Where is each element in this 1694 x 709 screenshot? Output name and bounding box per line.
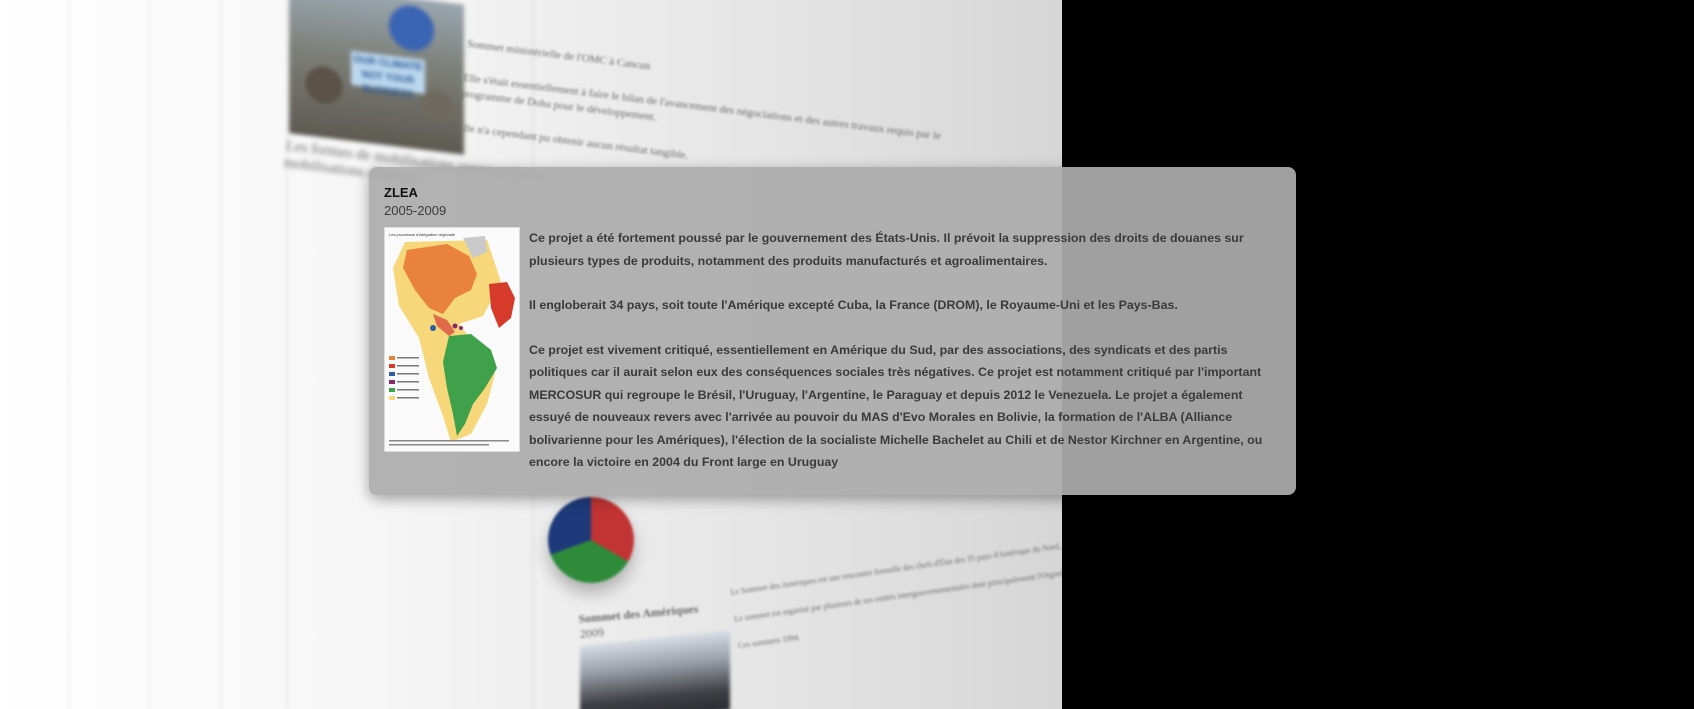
protest-photo[interactable]: OUR CLIMATE NOT YOUR BUSINESS — [289, 0, 464, 155]
caribbean-marker-icon — [430, 325, 436, 331]
legend-swatch — [389, 396, 395, 400]
popup-body: Les processus d'intégration régionale Ce… — [384, 227, 1281, 474]
legend-text-line — [397, 357, 419, 359]
protest-sign: OUR CLIMATE NOT YOUR BUSINESS — [351, 50, 425, 101]
legend-text-line — [397, 365, 419, 367]
legend-swatch — [389, 356, 395, 360]
legend-swatch — [389, 380, 395, 384]
legend-text-line — [397, 381, 419, 383]
caribbean-marker-icon — [452, 323, 458, 329]
summit-group-photo[interactable] — [580, 630, 730, 709]
legend-text-line — [397, 373, 419, 375]
event-detail-popup[interactable]: ZLEA 2005-2009 Les processus d'intégrati… — [369, 167, 1296, 495]
legend-swatch — [389, 364, 395, 368]
map-source-line — [389, 444, 489, 446]
legend-text-line — [397, 389, 419, 391]
americas-map-graphic: Les processus d'intégration régionale — [389, 232, 515, 446]
legend-swatch — [389, 372, 395, 376]
map-source-line — [389, 440, 509, 442]
americas-map-image[interactable]: Les processus d'intégration régionale — [384, 227, 520, 452]
map-caption: Les processus d'intégration régionale — [389, 232, 456, 237]
summit-logo-icon[interactable] — [548, 497, 634, 583]
popup-title: ZLEA — [384, 185, 418, 200]
legend-text-line — [397, 397, 419, 399]
sommet-line: Le Sommet des Amériques est une rencontr… — [730, 523, 1062, 597]
legend-swatch — [389, 388, 395, 392]
caribbean-marker-icon — [459, 326, 463, 330]
popup-dates: 2005-2009 — [384, 203, 447, 218]
sommet-card-text: Le Sommet des Amériques est une rencontr… — [730, 523, 1062, 668]
africa-europe-shape — [489, 282, 515, 328]
